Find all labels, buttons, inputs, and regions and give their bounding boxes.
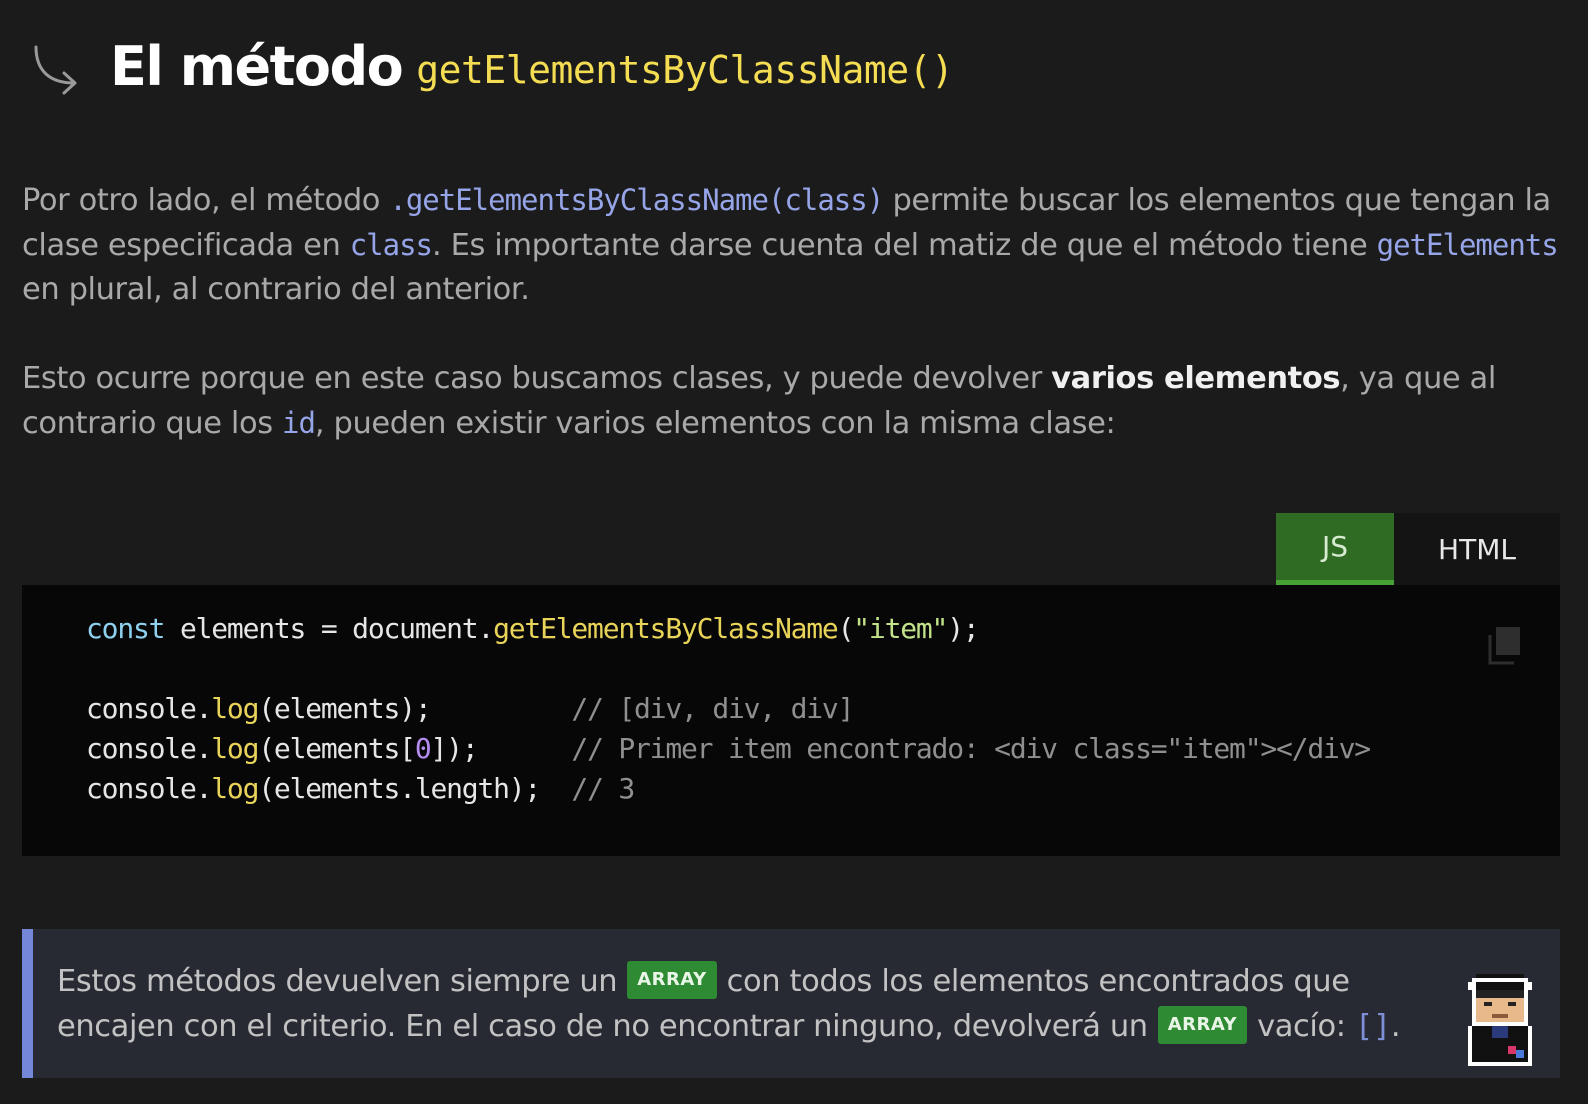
code-comment: // 3 bbox=[571, 772, 635, 805]
paragraph-text: , pueden existir varios elementos con la… bbox=[314, 406, 1116, 441]
tab-js[interactable]: JS bbox=[1276, 513, 1394, 585]
callout-text: vacío: bbox=[1257, 1009, 1355, 1044]
inline-code: [] bbox=[1354, 1009, 1391, 1044]
code-function: log bbox=[211, 772, 259, 805]
pixel-avatar-icon bbox=[1468, 974, 1532, 1066]
array-badge: ARRAY bbox=[1157, 1005, 1248, 1044]
callout-text: . bbox=[1390, 1009, 1401, 1044]
arrow-down-right-icon bbox=[34, 45, 77, 95]
inline-code: class bbox=[349, 228, 433, 262]
inline-code: .getElementsByClassName(class) bbox=[389, 183, 884, 217]
heading-title-code: getElementsByClassName() bbox=[416, 48, 954, 92]
code-line: const elements = document.getElementsByC… bbox=[86, 609, 1560, 649]
paragraph-text: Por otro lado, el método bbox=[22, 183, 390, 218]
paragraph-explanation: Esto ocurre porque en este caso buscamos… bbox=[22, 357, 1562, 446]
tab-html[interactable]: HTML bbox=[1394, 513, 1560, 585]
code-comment: // Primer item encontrado: <div class="i… bbox=[571, 732, 1371, 765]
code-text: elements = document. bbox=[164, 612, 494, 645]
code-text: (elements[ bbox=[258, 732, 416, 765]
code-text: console. bbox=[86, 772, 212, 805]
inline-code: getElements bbox=[1376, 228, 1559, 262]
code-text: ); bbox=[947, 612, 980, 645]
code-comment: // [div, div, div] bbox=[571, 692, 854, 725]
inline-code: id bbox=[282, 406, 316, 440]
callout-text: Estos métodos devuelven siempre un bbox=[57, 964, 618, 999]
code-string: "item" bbox=[853, 612, 948, 645]
code-number: 0 bbox=[414, 732, 432, 765]
code-text: console. bbox=[86, 732, 212, 765]
info-callout: Estos métodos devuelven siempre un ARRAY c… bbox=[22, 929, 1560, 1078]
code-text: (elements); bbox=[258, 692, 572, 725]
code-keyword: const bbox=[86, 612, 166, 645]
bold-text: varios elementos bbox=[1051, 361, 1341, 396]
paragraph-text: . Es importante darse cuenta del matiz d… bbox=[432, 228, 1377, 263]
code-line: console.log(elements.length); // 3 bbox=[86, 769, 1560, 809]
code-tabs: JS HTML bbox=[1276, 513, 1560, 585]
code-line: console.log(elements); // [div, div, div… bbox=[86, 689, 1560, 729]
code-function: log bbox=[211, 732, 259, 765]
code-text: console. bbox=[86, 692, 212, 725]
code-function: log bbox=[211, 692, 259, 725]
code-text: ]); bbox=[430, 732, 572, 765]
paragraph-text: Esto ocurre porque en este caso buscamos… bbox=[22, 361, 1052, 396]
heading-title: El método bbox=[110, 34, 404, 98]
code-text: (elements.length); bbox=[258, 772, 572, 805]
paragraph-intro: Por otro lado, el método .getElementsByC… bbox=[22, 178, 1562, 312]
code-function: getElementsByClassName bbox=[493, 612, 839, 645]
paragraph-text: en plural, al contrario del anterior. bbox=[22, 272, 530, 307]
code-block: const elements = document.getElementsByC… bbox=[22, 585, 1560, 856]
array-badge: ARRAY bbox=[627, 960, 717, 999]
code-line: console.log(elements[0]); // Primer item… bbox=[86, 729, 1560, 769]
section-heading: El método getElementsByClassName() bbox=[28, 26, 954, 106]
code-text: ( bbox=[837, 612, 855, 645]
copy-icon[interactable] bbox=[1486, 625, 1522, 665]
